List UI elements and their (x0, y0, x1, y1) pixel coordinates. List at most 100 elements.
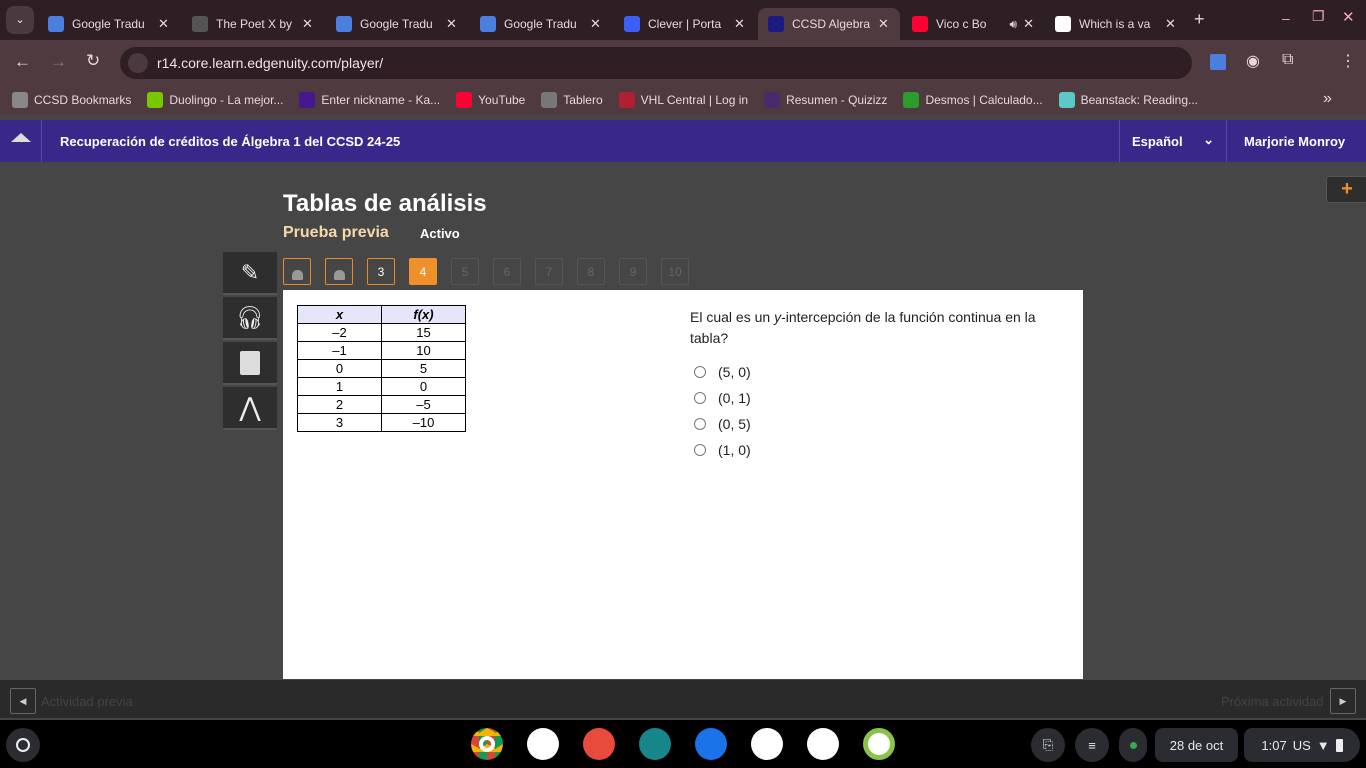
more-bookmarks-icon[interactable]: » (1323, 90, 1332, 108)
calculator-icon (240, 350, 260, 375)
status-indicator[interactable] (1119, 728, 1147, 762)
tab-title: Google Tradu (360, 17, 433, 31)
fx-cell: –5 (381, 395, 466, 414)
home-button[interactable] (0, 120, 42, 162)
question-button-1[interactable] (283, 258, 311, 285)
lock-icon (333, 269, 345, 280)
bookmark-label: Beanstack: Reading... (1080, 93, 1199, 107)
clever-icon (624, 16, 640, 32)
close-tab-icon[interactable]: ✕ (446, 16, 457, 32)
files-app-icon[interactable] (695, 728, 727, 760)
bookmark-item[interactable]: Duolingo - La mejor... (147, 92, 283, 108)
bookmark-item[interactable]: Tablero (541, 92, 603, 108)
course-title: Recuperación de créditos de Álgebra 1 de… (60, 134, 401, 149)
bookmark-label: Desmos | Calculado... (925, 93, 1043, 107)
previous-activity-label[interactable]: Actividad previa (41, 694, 133, 709)
chrome-app-icon[interactable] (471, 728, 503, 760)
x-cell: 3 (297, 413, 382, 432)
language-select[interactable]: Español ⌄ (1119, 120, 1227, 162)
close-window-button[interactable]: ✕ (1342, 8, 1355, 26)
table-row: 10 (297, 377, 466, 396)
reload-icon[interactable]: ↻ (86, 51, 100, 71)
battery-icon (1335, 738, 1343, 752)
extension-icon[interactable]: ◉ (1246, 51, 1260, 71)
green-app-icon[interactable] (863, 728, 895, 760)
next-activity-label[interactable]: Próxima actividad (1221, 694, 1324, 709)
close-tab-icon[interactable]: ✕ (1165, 16, 1176, 32)
bookmark-item[interactable]: Beanstack: Reading... (1058, 92, 1199, 108)
paint-app-icon[interactable] (583, 728, 615, 760)
radio-button[interactable] (694, 392, 706, 404)
browser-tab[interactable]: Google Tradu ✕ (326, 8, 468, 40)
bookmark-item[interactable]: YouTube (456, 92, 525, 108)
radio-button[interactable] (694, 444, 706, 456)
question-number: 9 (629, 264, 637, 279)
play-app-icon[interactable] (751, 728, 783, 760)
bookmarks-bar: CCSD Bookmarks Duolingo - La mejor... Ente… (0, 85, 1366, 115)
user-name[interactable]: Marjorie Monroy (1244, 134, 1345, 149)
bookmark-item[interactable]: Resumen - Quizizz (764, 92, 887, 108)
browser-tab[interactable]: Clever | Porta ✕ (614, 8, 756, 40)
tab-title: Which is a va (1079, 17, 1151, 31)
date-button[interactable]: 28 de oct (1155, 728, 1238, 762)
close-tab-icon[interactable]: ✕ (1023, 16, 1034, 32)
youtube-app-icon[interactable] (807, 728, 839, 760)
address-bar[interactable]: r14.core.learn.edgenuity.com/player/ (120, 47, 1192, 79)
audio-icon[interactable]: 🔊︎ (1010, 17, 1018, 32)
forward-icon[interactable]: → (50, 52, 67, 72)
question-button-4[interactable]: 4 (409, 258, 437, 285)
browser-tab[interactable]: Google Tradu ✕ (470, 8, 612, 40)
bookmark-favicon-icon (1058, 92, 1075, 108)
play-store-app-icon[interactable] (527, 728, 559, 760)
answer-option[interactable]: (0, 1) (694, 390, 751, 406)
site-info-icon[interactable] (128, 53, 148, 73)
bookmark-item[interactable]: VHL Central | Log in (618, 92, 748, 108)
classroom-app-icon[interactable] (639, 728, 671, 760)
previous-activity-button[interactable]: ◀ (10, 688, 36, 714)
tab-search-button[interactable]: ⌄ (6, 6, 34, 34)
next-activity-button[interactable]: ▶ (1330, 688, 1356, 714)
new-tab-button[interactable]: + (1194, 9, 1205, 30)
answer-option[interactable]: (1, 0) (694, 442, 751, 458)
question-number: 3 (377, 264, 385, 279)
browser-tab[interactable]: Vico c Bo 🔊︎ ✕ (902, 8, 1044, 40)
bookmark-item[interactable]: Enter nickname - Ka... (299, 92, 440, 108)
radio-button[interactable] (694, 366, 706, 378)
close-tab-icon[interactable]: ✕ (878, 16, 889, 32)
question-button-3[interactable]: 3 (367, 258, 395, 285)
pencil-tool[interactable]: ✎ (223, 252, 277, 295)
answer-option[interactable]: (0, 5) (694, 416, 751, 432)
question-text: El cual es un y-intercepción de la funci… (690, 307, 1070, 349)
bookmark-item[interactable]: CCSD Bookmarks (12, 92, 131, 108)
close-tab-icon[interactable]: ✕ (734, 16, 745, 32)
browser-tab[interactable]: The Poet X by ✕ (182, 8, 324, 40)
back-icon[interactable]: ← (14, 52, 31, 72)
launcher-button[interactable] (6, 728, 40, 762)
question-button-2[interactable] (325, 258, 353, 285)
browser-tab[interactable]: Which is a va ✕ (1045, 8, 1187, 40)
answer-option[interactable]: (5, 0) (694, 364, 751, 380)
browser-tab[interactable]: CCSD Algebra ✕ (758, 8, 900, 40)
activity-nav-bar: ◀ Actividad previa Próxima actividad ▶ (0, 680, 1366, 720)
extensions-puzzle-icon[interactable]: ⧉ (1282, 51, 1293, 69)
browser-tab[interactable]: Google Tradu ✕ (38, 8, 180, 40)
bookmark-item[interactable]: Desmos | Calculado... (903, 92, 1043, 108)
course-header: Recuperación de créditos de Álgebra 1 de… (0, 120, 1366, 162)
google-translate-extension-icon[interactable] (1210, 54, 1226, 70)
close-tab-icon[interactable]: ✕ (158, 16, 169, 32)
add-button[interactable]: + (1326, 176, 1366, 203)
minimize-button[interactable]: – (1282, 10, 1290, 26)
media-controls-button[interactable]: ≡ (1075, 728, 1109, 762)
close-tab-icon[interactable]: ✕ (302, 16, 313, 32)
close-tab-icon[interactable]: ✕ (590, 16, 601, 32)
system-tray-button[interactable]: 1:07 US ▼ (1244, 728, 1360, 762)
formula-tool[interactable]: ⋀ (223, 387, 277, 430)
calculator-tool[interactable] (223, 342, 277, 385)
restore-button[interactable]: ❐ (1312, 8, 1325, 25)
holding-space-button[interactable]: ⎘ (1031, 728, 1065, 762)
audio-tool[interactable]: 🎧︎ (223, 297, 277, 340)
column-header-x: x (297, 305, 382, 324)
google-icon (1055, 16, 1071, 32)
radio-button[interactable] (694, 418, 706, 430)
menu-icon[interactable]: ⋮ (1340, 51, 1356, 71)
